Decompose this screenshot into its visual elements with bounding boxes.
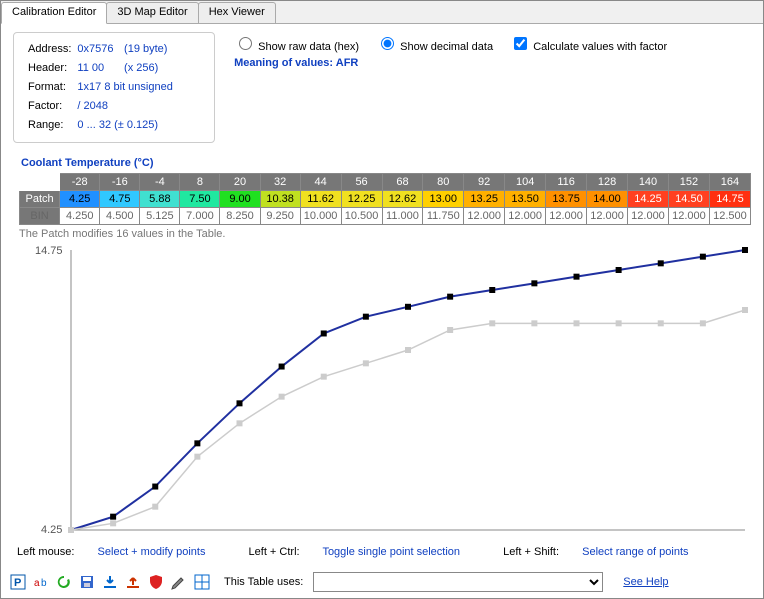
chart[interactable]: 14.75 4.25: [35, 242, 751, 542]
axis-cell: 20: [220, 174, 260, 191]
ab-icon[interactable]: ab: [32, 574, 49, 591]
patch-cell[interactable]: 14.00: [587, 191, 628, 208]
header-label: Header:: [26, 60, 73, 77]
patch-cell[interactable]: 14.50: [668, 191, 709, 208]
factor-label: Factor:: [26, 98, 73, 115]
patch-cell[interactable]: 13.00: [423, 191, 464, 208]
address-value: 0x7576: [75, 41, 120, 58]
axis-cell: 68: [382, 174, 423, 191]
axis-cell: 44: [300, 174, 341, 191]
axis-cell: 140: [628, 174, 669, 191]
upload-icon[interactable]: [124, 574, 141, 591]
bin-cell[interactable]: 12.500: [709, 208, 750, 225]
info-panel: Address:0x7576(19 byte) Header:11 00(x 2…: [13, 32, 215, 143]
bin-cell[interactable]: 12.000: [628, 208, 669, 225]
patch-cell[interactable]: 12.62: [382, 191, 423, 208]
shield-icon[interactable]: [147, 574, 164, 591]
bin-cell[interactable]: 12.000: [505, 208, 546, 225]
axis-cell: 8: [180, 174, 220, 191]
grid-icon[interactable]: [193, 574, 210, 591]
axis-cell: 104: [505, 174, 546, 191]
patch-cell[interactable]: 4.75: [100, 191, 140, 208]
options-panel: Show raw data (hex) Show decimal data Ca…: [234, 34, 681, 69]
meaning-of-values: Meaning of values: AFR: [234, 57, 681, 69]
bin-cell[interactable]: 4.250: [60, 208, 100, 225]
format-value: 1x17 8 bit unsigned: [75, 79, 174, 96]
factor-value: / 2048: [75, 98, 174, 115]
bin-cell[interactable]: 10.000: [300, 208, 341, 225]
patch-cell[interactable]: 12.25: [341, 191, 382, 208]
patch-cell[interactable]: 4.25: [60, 191, 100, 208]
patch-cell[interactable]: 11.62: [300, 191, 341, 208]
bin-cell[interactable]: 12.000: [464, 208, 505, 225]
tab-3d-map-editor[interactable]: 3D Map Editor: [106, 2, 198, 23]
svg-text:4.25: 4.25: [41, 524, 62, 536]
patch-cell[interactable]: 10.38: [260, 191, 300, 208]
axis-cell: -16: [100, 174, 140, 191]
patch-cell[interactable]: 9.00: [220, 191, 260, 208]
svg-text:b: b: [41, 578, 47, 589]
patch-cell[interactable]: 14.25: [628, 191, 669, 208]
axis-cell: 32: [260, 174, 300, 191]
bin-row-label: BIN: [20, 208, 60, 225]
axis-cell: -4: [140, 174, 180, 191]
header-value: 11 00: [75, 60, 120, 77]
bin-cell[interactable]: 9.250: [260, 208, 300, 225]
table-title: Coolant Temperature (°C): [21, 157, 751, 169]
format-label: Format:: [26, 79, 73, 96]
table-uses-select[interactable]: [313, 572, 603, 592]
patch-cell[interactable]: 13.75: [546, 191, 587, 208]
save-icon[interactable]: [78, 574, 95, 591]
mouse-hints: Left mouse: Select + modify points Left …: [17, 546, 751, 558]
patch-cell[interactable]: 13.25: [464, 191, 505, 208]
axis-cell: 92: [464, 174, 505, 191]
bin-cell[interactable]: 12.000: [668, 208, 709, 225]
data-table: -28-16-482032445668809210411612814015216…: [19, 173, 751, 225]
bin-cell[interactable]: 12.000: [546, 208, 587, 225]
axis-cell: 164: [709, 174, 750, 191]
patch-row-label: Patch: [20, 191, 60, 208]
radio-decimal[interactable]: Show decimal data: [376, 41, 493, 53]
range-label: Range:: [26, 117, 73, 134]
table-uses-label: This Table uses:: [224, 576, 303, 588]
hint-left-shift: Select range of points: [582, 546, 688, 558]
bin-cell[interactable]: 11.750: [423, 208, 464, 225]
tab-calibration-editor[interactable]: Calibration Editor: [1, 2, 107, 24]
bin-cell[interactable]: 12.000: [587, 208, 628, 225]
bin-cell[interactable]: 11.000: [382, 208, 423, 225]
axis-cell: 80: [423, 174, 464, 191]
patch-cell[interactable]: 7.50: [180, 191, 220, 208]
patch-icon[interactable]: P: [9, 574, 26, 591]
range-value: 0 ... 32 (± 0.125): [75, 117, 174, 134]
tab-bar: Calibration Editor 3D Map Editor Hex Vie…: [1, 1, 763, 24]
patch-cell[interactable]: 14.75: [709, 191, 750, 208]
patch-cell[interactable]: 5.88: [140, 191, 180, 208]
radio-raw[interactable]: Show raw data (hex): [234, 41, 359, 53]
axis-cell: -28: [60, 174, 100, 191]
edit-icon[interactable]: [170, 574, 187, 591]
tab-hex-viewer[interactable]: Hex Viewer: [198, 2, 276, 23]
bin-cell[interactable]: 7.000: [180, 208, 220, 225]
patch-cell[interactable]: 13.50: [505, 191, 546, 208]
axis-cell: 152: [668, 174, 709, 191]
hint-left-mouse: Select + modify points: [98, 546, 206, 558]
svg-text:14.75: 14.75: [35, 245, 63, 257]
bin-cell[interactable]: 5.125: [140, 208, 180, 225]
modification-note: The Patch modifies 16 values in the Tabl…: [19, 228, 751, 240]
see-help-link[interactable]: See Help: [623, 576, 668, 588]
bin-cell[interactable]: 4.500: [100, 208, 140, 225]
svg-text:P: P: [14, 577, 21, 589]
toolbar: P ab This Table uses: See Help: [9, 572, 755, 592]
bin-cell[interactable]: 8.250: [220, 208, 260, 225]
svg-text:a: a: [34, 578, 40, 589]
axis-cell: 116: [546, 174, 587, 191]
checkbox-calculate-factor[interactable]: Calculate values with factor: [510, 41, 667, 53]
axis-cell: 56: [341, 174, 382, 191]
axis-cell: 128: [587, 174, 628, 191]
bin-cell[interactable]: 10.500: [341, 208, 382, 225]
download-icon[interactable]: [101, 574, 118, 591]
refresh-icon[interactable]: [55, 574, 72, 591]
address-label: Address:: [26, 41, 73, 58]
hint-left-ctrl: Toggle single point selection: [322, 546, 460, 558]
